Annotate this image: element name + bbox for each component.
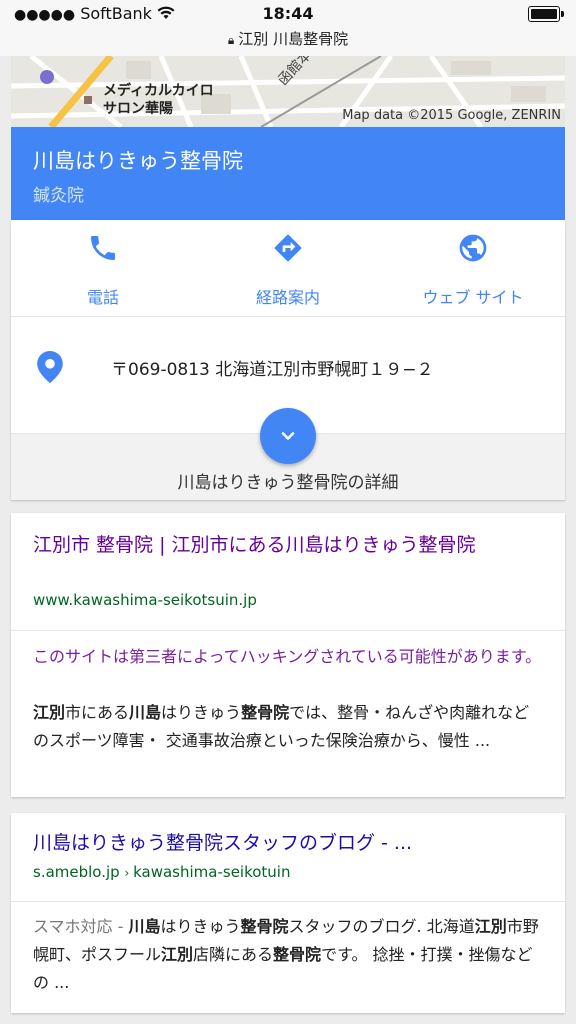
call-button-label: 電話: [86, 288, 119, 307]
map-place-label: サロン華陽: [103, 101, 173, 117]
breadcrumb-separator-icon: ›: [124, 866, 134, 880]
snippet-bold: 整骨院: [273, 945, 322, 964]
clock: 18:44: [262, 4, 314, 23]
hacked-warning[interactable]: このサイトは第三者によってハッキングされている可能性があります。: [33, 643, 545, 671]
battery-icon: [528, 6, 564, 22]
result-url: s.ameblo.jp › kawashima-seikotuin: [33, 863, 290, 881]
divider: [11, 630, 565, 631]
status-bar: ●●●●● SoftBank 18:44 🔒︎ 江別 川島整骨院: [0, 0, 576, 56]
expand-details-button[interactable]: [260, 408, 316, 464]
snippet-bold: 川島: [128, 917, 161, 936]
business-category: 鍼灸院: [33, 186, 84, 206]
snippet-meta: スマホ対応 -: [33, 917, 129, 936]
chevron-down-icon: [281, 432, 295, 440]
snippet-text: 店隣にある: [193, 945, 274, 964]
snippet-text: はりきゅう: [161, 703, 242, 722]
snippet-bold: 川島: [129, 703, 162, 722]
directions-icon: [272, 232, 304, 264]
result-title-link[interactable]: 江別市 整骨院 | 江別市にある川島はりきゅう整骨院: [33, 531, 543, 559]
call-button[interactable]: 電話: [11, 220, 195, 316]
map-copyright: Map data ©2015 Google, ZENRIN: [342, 108, 561, 123]
action-bar: 電話 経路案内 ウェブ サイト: [11, 220, 565, 317]
knowledge-panel-header: 川島はりきゅう整骨院 鍼灸院: [11, 127, 565, 220]
snippet-bold: 江別: [33, 703, 66, 722]
lock-icon: 🔒︎: [227, 33, 235, 47]
website-button[interactable]: ウェブ サイト: [381, 220, 565, 316]
snippet-bold: 江別: [474, 917, 507, 936]
result-url-path: kawashima-seikotuin: [133, 863, 291, 881]
snippet-text: 市にある: [65, 703, 130, 722]
details-row[interactable]: 川島はりきゅう整骨院の詳細: [11, 408, 565, 500]
result-url-domain: s.ameblo.jp: [33, 863, 120, 881]
search-result-card: 江別市 整骨院 | 江別市にある川島はりきゅう整骨院 www.kawashima…: [11, 513, 565, 797]
directions-button[interactable]: 経路案内: [196, 220, 380, 316]
map[interactable]: メディカルカイロ サロン華陽 函館本線 Map data ©2015 Googl…: [11, 56, 565, 127]
phone-icon: [87, 232, 119, 264]
details-label: 川島はりきゅう整骨院の詳細: [177, 473, 399, 493]
business-title: 川島はりきゅう整骨院: [33, 149, 243, 173]
snippet-text: スタッフのブログ. 北海道: [288, 917, 475, 936]
snippet-text: はりきゅう: [160, 917, 241, 936]
divider: [11, 901, 565, 902]
snippet-bold: 整骨院: [240, 917, 289, 936]
result-snippet: 江別市にある川島はりきゅう整骨院では、整骨・ねんざや肉離れなどのスポーツ障害・ …: [33, 699, 545, 755]
result-title-link[interactable]: 川島はりきゅう整骨院スタッフのブログ - ...: [33, 829, 543, 857]
website-button-label: ウェブ サイト: [422, 288, 524, 307]
business-address: 〒069-0813 北海道江別市野幌町１９−２: [111, 360, 434, 380]
address-bar-text: 江別 川島整骨院: [238, 30, 349, 48]
location-pin-icon: [37, 351, 63, 387]
result-url: www.kawashima-seikotsuin.jp: [33, 591, 257, 609]
address-bar[interactable]: 🔒︎ 江別 川島整骨院: [0, 28, 576, 49]
snippet-bold: 整骨院: [241, 703, 290, 722]
search-result-card: 川島はりきゅう整骨院スタッフのブログ - ... s.ameblo.jp › k…: [11, 813, 565, 1013]
map-place-label: メディカルカイロ: [103, 83, 214, 99]
globe-icon: [457, 232, 489, 264]
directions-button-label: 経路案内: [255, 288, 320, 307]
snippet-bold: 江別: [161, 945, 194, 964]
knowledge-panel-body: 電話 経路案内 ウェブ サイト 〒069-0813 北海道江別市野幌町１９−２ …: [11, 220, 565, 500]
result-snippet: スマホ対応 - 川島はりきゅう整骨院スタッフのブログ. 北海道江別市野幌町、ポス…: [33, 913, 545, 997]
